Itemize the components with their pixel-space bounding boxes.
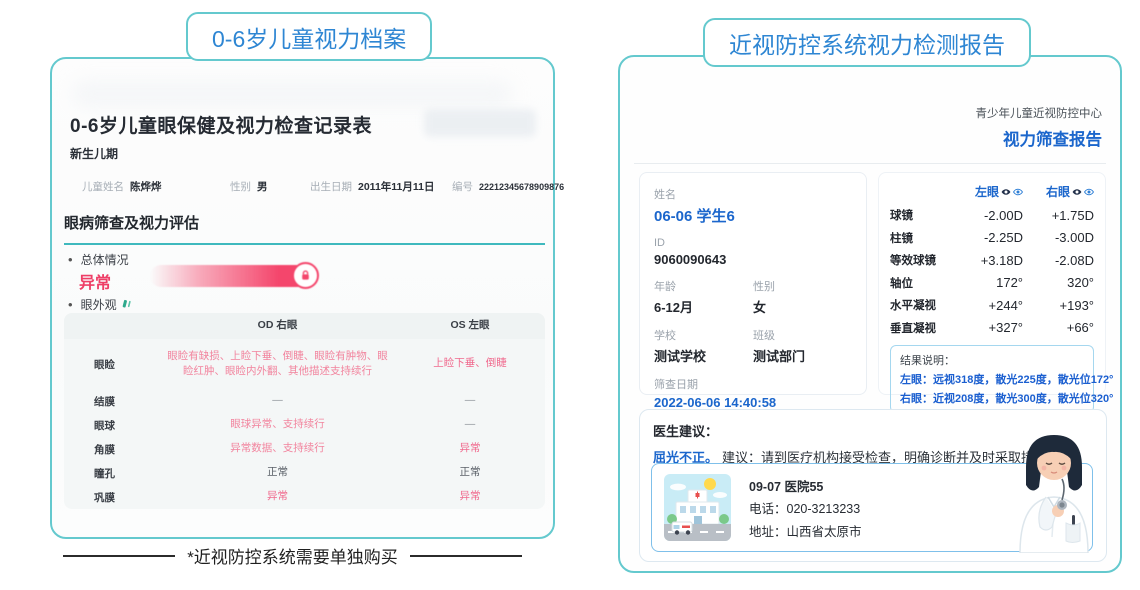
class-label: 班级 (753, 327, 852, 343)
gender-label: 性别 (753, 278, 852, 294)
age-value: 6-12月 (654, 297, 753, 316)
abnormal-highlight-bar (150, 265, 315, 287)
hospital-phone: 电话：020-3213233 (749, 498, 862, 517)
hospital-info: 09-07 医院55 电话：020-3213233 地址：山西省太原市 (749, 476, 862, 540)
report-header: 青少年儿童近视防控中心 视力筛查报告 (976, 105, 1103, 150)
table-row: 眼球 眼球异常、支持续行 — (64, 413, 545, 437)
hospital-address: 地址：山西省太原市 (749, 521, 862, 540)
eye-icon (1013, 185, 1023, 199)
overall-status-label: 总体情况 (68, 251, 129, 268)
measurement-row: 柱镜 -2.25D -3.00D (890, 227, 1094, 250)
warning-badge-icon (292, 262, 319, 289)
doctor-illustration (1006, 427, 1102, 553)
table-row: 巩膜 异常 异常 (64, 485, 545, 509)
left-panel-title: 0-6岁儿童视力档案 (212, 20, 406, 54)
stage-label: 新生儿期 (70, 145, 118, 162)
table-row: 结膜 — — (64, 389, 545, 413)
student-info-card: 姓名 06-06 学生6 ID 9060090643 年龄 6-12月 性别 女 (639, 172, 867, 395)
school-label: 学校 (654, 327, 753, 343)
report-title: 视力筛查报告 (976, 126, 1103, 150)
section-title: 眼病筛查及视力评估 (64, 212, 545, 245)
number-value: 22212345678909876 (479, 182, 564, 192)
redacted-area (424, 109, 536, 137)
result-note-right-eye: 右眼：近视208度，散光300度，散光位320° (900, 390, 1084, 406)
name-value: 陈烨烨 (130, 181, 162, 193)
exam-table-header: OD 右眼 OS 左眼 (64, 313, 545, 339)
result-note-box: 结果说明： 左眼：远视318度，散光225度，散光位172° 右眼：近视208度… (890, 345, 1094, 413)
os-column-header: OS 左眼 (395, 318, 545, 333)
measurements-header: 左眼 右眼 (890, 183, 1094, 200)
school-value: 测试学校 (654, 346, 753, 365)
gender-label: 性别 (230, 181, 251, 193)
appearance-label: 眼外观 (81, 296, 117, 313)
purchase-footnote: *近视防控系统需要单独购买 (20, 543, 565, 568)
left-eye-header: 左眼 (975, 183, 999, 200)
measurement-row: 轴位 172° 320° (890, 272, 1094, 295)
overall-status-value: 异常 (79, 269, 111, 293)
page: 0-6岁儿童视力档案 0-6岁儿童眼保健及视力检查记录表 新生儿期 儿童姓名陈烨… (0, 0, 1140, 590)
class-value: 测试部门 (753, 346, 852, 365)
right-panel-title-pill: 近视防控系统视力检测报告 (703, 18, 1031, 67)
measurement-row: 等效球镜 +3.18D -2.08D (890, 249, 1094, 272)
student-name: 06-06 学生6 (654, 205, 852, 226)
vision-archive-card: 0-6岁儿童眼保健及视力检查记录表 新生儿期 儿童姓名陈烨烨 性别男 出生日期 2… (50, 57, 555, 539)
result-note-title: 结果说明： (900, 352, 1084, 368)
name-label: 儿童姓名 (82, 181, 124, 193)
measurement-row: 水平凝视 +244° +193° (890, 294, 1094, 317)
hospital-name: 09-07 医院55 (749, 476, 862, 495)
footnote-dash-left (63, 555, 175, 557)
footnote-text: *近视防控系统需要单独购买 (187, 543, 398, 568)
measurements-card: 左眼 右眼 球镜 -2.00D +1.75D 柱镜 -2.25D -3.00D (878, 172, 1106, 395)
table-row: 眼睑 眼睑有缺损、上睑下垂、倒睫、眼睑有肿物、眼睑红肿、眼睑内外翻、其他描述支持… (64, 339, 545, 389)
student-id: 9060090643 (654, 252, 852, 267)
hospital-illustration (664, 474, 731, 541)
scan-artifact (72, 81, 512, 107)
student-id-label: ID (654, 237, 852, 249)
eye-icon (1084, 185, 1094, 199)
screening-date: 2022-06-06 14:40:58 (654, 395, 852, 410)
birth-label: 出生日期 (310, 181, 352, 193)
table-row: 瞳孔 正常 正常 (64, 461, 545, 485)
gender-value: 女 (753, 297, 852, 316)
doctor-advice-card: 医生建议： 屈光不正。建议：请到医疗机构接受检查，明确诊断并及时采取措施。 (639, 409, 1107, 562)
eye-icon (1001, 185, 1011, 199)
student-name-label: 姓名 (654, 186, 852, 202)
eye-icon (1072, 185, 1082, 199)
right-eye-header: 右眼 (1046, 183, 1070, 200)
left-panel-title-pill: 0-6岁儿童视力档案 (186, 12, 432, 61)
record-form-title: 0-6岁儿童眼保健及视力检查记录表 (70, 111, 372, 138)
screening-date-label: 筛查日期 (654, 376, 852, 392)
number-label: 编号 (452, 181, 473, 193)
header-divider (634, 163, 1106, 164)
birth-value: 2011年11月11日 (358, 181, 434, 193)
table-row: 角膜 异常数据、支持续行 异常 (64, 437, 545, 461)
right-panel-title: 近视防控系统视力检测报告 (729, 26, 1005, 60)
od-column-header: OD 右眼 (160, 318, 395, 333)
measurement-row: 垂直凝视 +327° +66° (890, 317, 1094, 340)
screening-report-card: 青少年儿童近视防控中心 视力筛查报告 姓名 06-06 学生6 ID 90600… (618, 55, 1122, 573)
eye-exam-table: OD 右眼 OS 左眼 眼睑 眼睑有缺损、上睑下垂、倒睫、眼睑有肿物、眼睑红肿、… (64, 313, 545, 509)
footnote-dash-right (410, 555, 522, 557)
result-note-left-eye: 左眼：远视318度，散光225度，散光位172° (900, 371, 1084, 387)
patient-info-row: 儿童姓名陈烨烨 性别男 出生日期2011年11月11日 编号2221234567… (52, 179, 557, 195)
center-name: 青少年儿童近视防控中心 (976, 105, 1103, 121)
appearance-label-row: 眼外观 (68, 296, 133, 313)
pen-icon (122, 298, 133, 312)
age-label: 年龄 (654, 278, 753, 294)
gender-value: 男 (257, 181, 268, 193)
measurement-row: 球镜 -2.00D +1.75D (890, 204, 1094, 227)
